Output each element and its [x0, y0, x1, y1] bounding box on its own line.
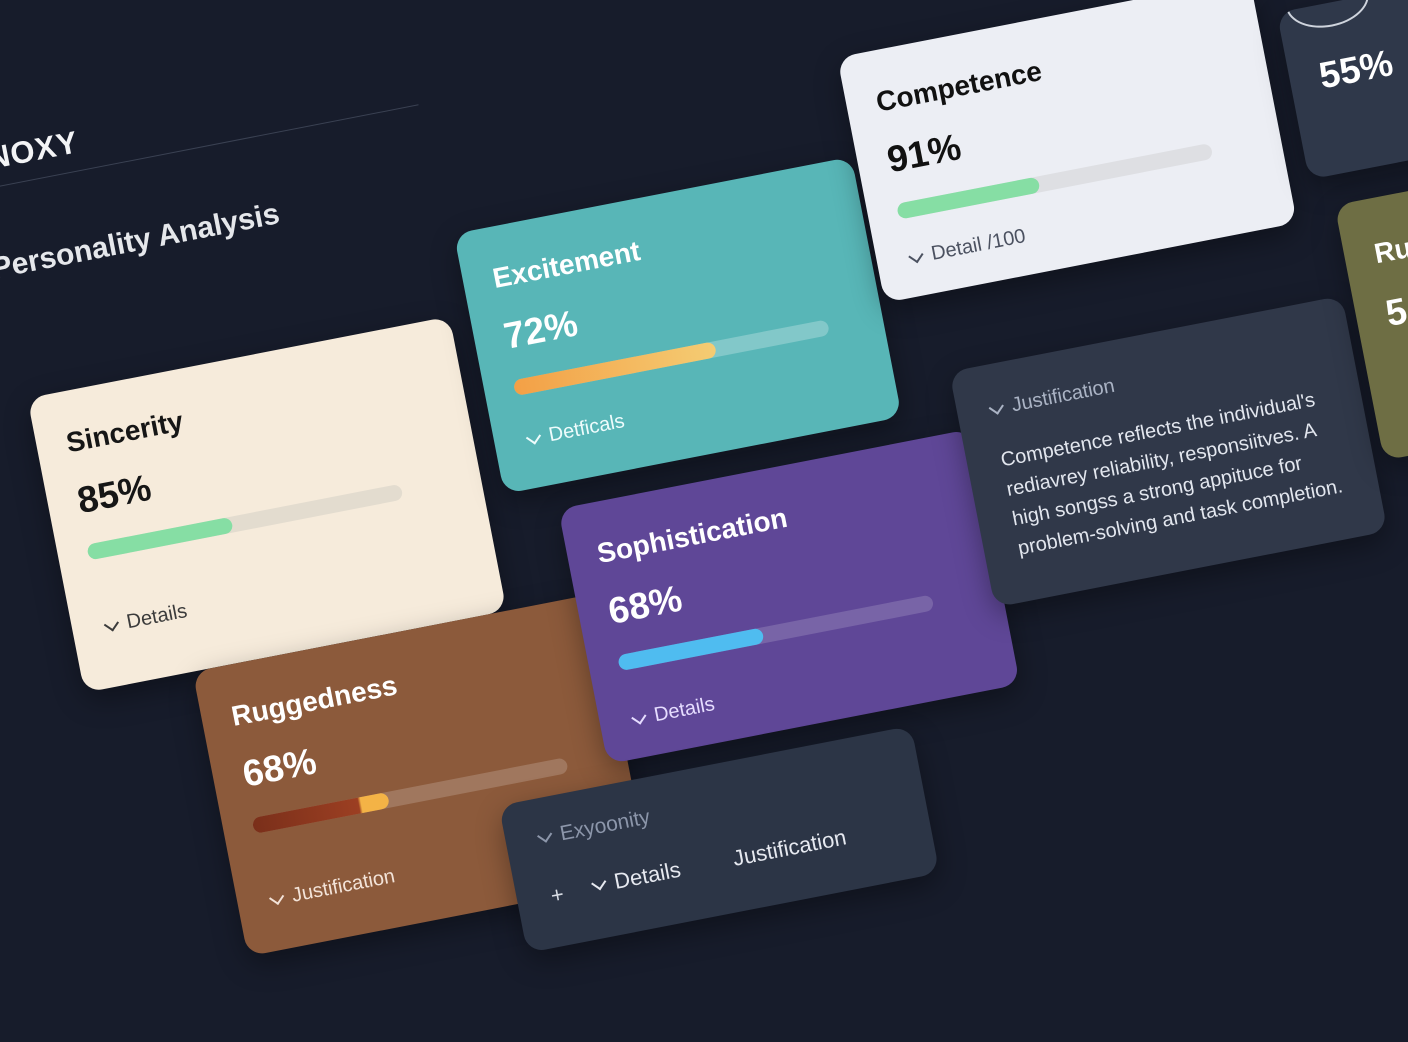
card-percent: 85%: [73, 466, 155, 522]
chevron-down-icon: [988, 398, 1004, 415]
details-label: Details: [611, 856, 683, 894]
details-toggle[interactable]: Details: [591, 857, 683, 899]
chevron-down-icon: [525, 428, 542, 445]
chevron-down-icon: [908, 247, 924, 263]
extra-panel-toggle[interactable]: Exyoonity: [537, 805, 652, 850]
card-title: Competence: [873, 55, 1045, 118]
chevron-down-icon: [591, 875, 607, 891]
progress-fill: [617, 627, 765, 672]
progress-fill: [251, 791, 390, 834]
details-label: Details: [652, 693, 717, 727]
details-label: Details: [124, 599, 190, 634]
details-label: Detficals: [546, 410, 627, 447]
card-percent: 5: [1382, 289, 1408, 335]
justification-toggle[interactable]: Justification: [988, 374, 1117, 422]
chevron-down-icon: [631, 708, 647, 725]
chevron-down-icon: [268, 889, 285, 905]
progress-fill: [896, 176, 1041, 220]
card-title: Ru: [1371, 231, 1408, 270]
card-title: Excitement: [490, 235, 643, 294]
chevron-down-icon: [103, 615, 119, 632]
justification-panel: Justification Competence reflects the in…: [949, 295, 1388, 608]
card-title: Sincerity: [63, 405, 186, 459]
add-icon[interactable]: +: [549, 881, 567, 909]
progress-fill: [86, 516, 234, 561]
partial-card-top-right[interactable]: 55%: [1276, 0, 1408, 180]
details-label: Detail /100: [929, 225, 1028, 265]
section-title: Personality Analysis: [0, 197, 283, 286]
chevron-down-icon: [537, 827, 553, 843]
extra-panel-title: Exyoonity: [558, 805, 652, 846]
card-percent: 91%: [883, 126, 965, 181]
details-toggle[interactable]: Details: [631, 693, 717, 731]
justification-label: Justification: [290, 865, 397, 907]
justification-link[interactable]: Justification: [731, 824, 849, 871]
details-toggle[interactable]: Detficals: [525, 410, 627, 451]
card-percent: 68%: [604, 577, 686, 632]
sketch-icon: [1280, 0, 1374, 35]
justification-toggle[interactable]: Justification: [268, 865, 397, 912]
competence-card[interactable]: Competence 91% Detail /100: [837, 0, 1298, 303]
card-percent: 72%: [500, 302, 581, 357]
details-toggle[interactable]: Detail /100: [908, 225, 1028, 270]
card-title: Ruggedness: [228, 669, 400, 732]
sophistication-card[interactable]: Sophistication 68% Details: [558, 428, 1021, 765]
excitement-card[interactable]: Excitement 72% Detficals: [453, 156, 902, 495]
justification-title: Justification: [1009, 374, 1117, 417]
details-toggle[interactable]: Details: [103, 599, 190, 638]
card-title: Sophistication: [594, 501, 790, 570]
card-percent: 55%: [1315, 42, 1397, 97]
dashboard-stage: ADNOXY Personality Analysis Sincerity 85…: [0, 0, 1408, 957]
